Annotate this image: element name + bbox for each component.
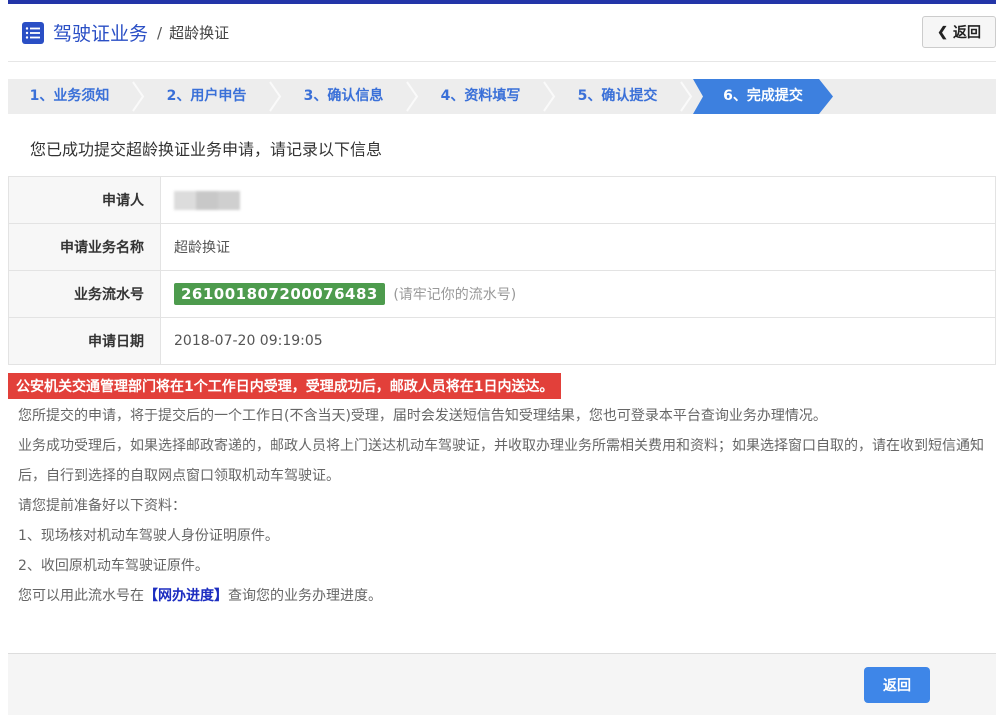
paragraph: 您所提交的申请，将于提交后的一个工作日(不含当天)受理，届时会发送短信告知受理结… xyxy=(8,401,996,431)
back-button-bottom[interactable]: 返回 xyxy=(864,667,930,703)
paragraph: 2、收回原机动车驾驶证原件。 xyxy=(8,551,996,581)
row-label: 申请日期 xyxy=(9,318,161,365)
list-icon xyxy=(22,22,44,44)
back-button-top[interactable]: ❮ 返回 xyxy=(922,16,996,48)
footer-bar: 返回 xyxy=(8,653,996,715)
step-item-2: 2、用户申告 xyxy=(145,79,268,114)
step-item-5: 5、确认提交 xyxy=(556,79,679,114)
redacted-applicant-name xyxy=(174,191,240,210)
paragraph: 1、现场核对机动车驾驶人身份证明原件。 xyxy=(8,521,996,551)
table-row-business-name: 申请业务名称 超龄换证 xyxy=(9,224,996,271)
page-wrapper: 驾驶证业务 / 超龄换证 ❮ 返回 1、业务须知 2、用户申告 3、确认信息 4… xyxy=(8,0,996,715)
table-row-serial-number: 业务流水号 261001807200076483 (请牢记你的流水号) xyxy=(9,271,996,318)
progress-prefix: 您可以用此流水号在 xyxy=(18,588,144,604)
progress-query-line: 您可以用此流水号在【网办进度】查询您的业务办理进度。 xyxy=(8,581,996,611)
table-row-applicant: 申请人 xyxy=(9,177,996,224)
row-value: 2018-07-20 09:19:05 xyxy=(161,318,996,365)
table-row-apply-date: 申请日期 2018-07-20 09:19:05 xyxy=(9,318,996,365)
breadcrumb-section[interactable]: 驾驶证业务 xyxy=(53,19,148,46)
step-item-3: 3、确认信息 xyxy=(282,79,405,114)
instructions: 您所提交的申请，将于提交后的一个工作日(不含当天)受理，届时会发送短信告知受理结… xyxy=(8,401,996,611)
progress-suffix: 查询您的业务办理进度。 xyxy=(228,588,382,604)
chevron-left-icon: ❮ xyxy=(937,24,948,40)
paragraph: 请您提前准备好以下资料： xyxy=(8,491,996,521)
breadcrumb-separator: / xyxy=(157,24,162,42)
steps-bar: 1、业务须知 2、用户申告 3、确认信息 4、资料填写 5、确认提交 6、完成提… xyxy=(8,79,996,114)
row-value: 超龄换证 xyxy=(161,224,996,271)
progress-link[interactable]: 【网办进度】 xyxy=(144,588,228,604)
success-message: 您已成功提交超龄换证业务申请，请记录以下信息 xyxy=(8,136,996,160)
row-label: 申请业务名称 xyxy=(9,224,161,271)
step-separator-icon xyxy=(405,79,419,114)
step-item-1: 1、业务须知 xyxy=(8,79,131,114)
step-separator-icon xyxy=(542,79,556,114)
step-separator-icon xyxy=(131,79,145,114)
info-table: 申请人 申请业务名称 超龄换证 业务流水号 261001807200076483… xyxy=(8,176,996,365)
serial-number-badge: 261001807200076483 xyxy=(174,283,385,305)
notice-banner: 公安机关交通管理部门将在1个工作日内受理，受理成功后，邮政人员将在1日内送达。 xyxy=(8,373,561,399)
step-item-4: 4、资料填写 xyxy=(419,79,542,114)
step-separator-icon xyxy=(268,79,282,114)
row-value: 261001807200076483 (请牢记你的流水号) xyxy=(161,271,996,318)
header: 驾驶证业务 / 超龄换证 ❮ 返回 xyxy=(8,4,996,62)
breadcrumb-page: 超龄换证 xyxy=(169,22,229,43)
step-separator-icon xyxy=(679,79,693,114)
paragraph: 业务成功受理后，如果选择邮政寄递的，邮政人员将上门送达机动车驾驶证，并收取办理业… xyxy=(8,431,996,491)
step-item-6-active: 6、完成提交 xyxy=(693,79,833,114)
row-value xyxy=(161,177,996,224)
serial-number-note: (请牢记你的流水号) xyxy=(393,287,516,303)
row-label: 申请人 xyxy=(9,177,161,224)
back-button-top-label: 返回 xyxy=(953,22,981,42)
row-label: 业务流水号 xyxy=(9,271,161,318)
